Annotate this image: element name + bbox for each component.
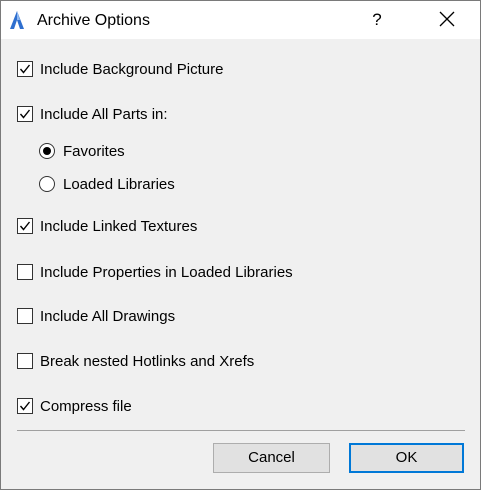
- checkbox-box: [17, 61, 33, 77]
- checkbox-label: Include Properties in Loaded Libraries: [40, 264, 293, 281]
- checkbox-box: [17, 264, 33, 280]
- checkbox-box: [17, 353, 33, 369]
- dialog-title: Archive Options: [37, 12, 150, 29]
- checkbox-label: Break nested Hotlinks and Xrefs: [40, 353, 255, 370]
- checkmark-icon: [19, 221, 31, 231]
- checkmark-icon: [19, 109, 31, 119]
- separator-line: [17, 430, 465, 431]
- checkbox-label: Include All Parts in:: [40, 106, 168, 123]
- radio-label: Favorites: [63, 143, 125, 160]
- radio-button-selected: [39, 143, 55, 159]
- checkbox-box: [17, 106, 33, 122]
- checkbox-label: Include Background Picture: [40, 61, 224, 78]
- ok-button[interactable]: OK: [349, 443, 464, 473]
- checkmark-icon: [19, 64, 31, 74]
- checkbox-label: Include Linked Textures: [40, 218, 198, 235]
- close-button[interactable]: [421, 1, 477, 39]
- checkmark-icon: [19, 401, 31, 411]
- cancel-button[interactable]: Cancel: [213, 443, 330, 473]
- archicad-app-icon: [8, 10, 26, 30]
- radio-dot: [43, 147, 51, 155]
- close-icon: [439, 11, 455, 27]
- radio-button: [39, 176, 55, 192]
- radio-label: Loaded Libraries: [63, 176, 175, 193]
- checkbox-box: [17, 308, 33, 324]
- title-bar: Archive Options ?: [1, 1, 480, 39]
- checkbox-box: [17, 218, 33, 234]
- checkbox-label: Include All Drawings: [40, 308, 176, 325]
- checkbox-label: Compress file: [40, 398, 132, 415]
- archive-options-dialog: Archive Options ? Include Background Pic…: [0, 0, 481, 490]
- help-button[interactable]: ?: [357, 1, 397, 39]
- checkbox-box: [17, 398, 33, 414]
